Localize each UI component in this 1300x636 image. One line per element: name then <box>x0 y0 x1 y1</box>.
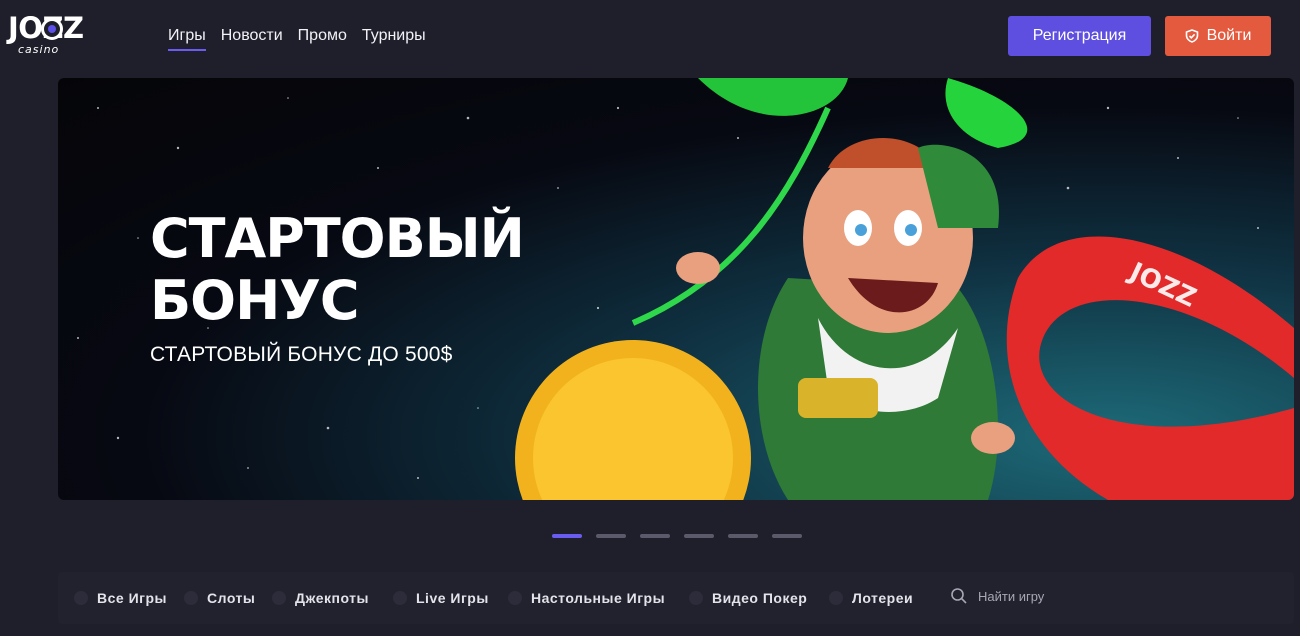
category-label: Настольные Игры <box>531 590 666 606</box>
logo-subtitle: casino <box>18 43 60 56</box>
banner-title-line1: СТАРТОВЫЙ <box>150 207 525 270</box>
header: JOZZ casino Игры Новости Промо Турниры Р… <box>0 0 1300 72</box>
login-button-label: Войти <box>1206 27 1252 44</box>
main-nav: Игры Новости Промо Турниры <box>168 26 426 51</box>
search-icon <box>951 588 967 604</box>
category-label: Все Игры <box>97 590 167 606</box>
search-input[interactable] <box>978 588 1158 604</box>
category-jackpots[interactable]: Джекпоты <box>272 590 369 606</box>
register-button-label: Регистрация <box>1032 27 1127 44</box>
category-video-poker[interactable]: Видео Покер <box>689 590 807 606</box>
all-games-icon <box>74 591 88 605</box>
video-poker-icon <box>689 591 703 605</box>
carousel-dot[interactable] <box>640 534 670 538</box>
category-live-games[interactable]: Live Игры <box>393 590 489 606</box>
category-label: Лотереи <box>852 590 914 606</box>
banner-title-line2: БОНУС <box>150 269 360 332</box>
carousel-dot[interactable] <box>772 534 802 538</box>
category-table-games[interactable]: Настольные Игры <box>508 590 665 606</box>
carousel-dot[interactable] <box>552 534 582 538</box>
live-games-icon <box>393 591 407 605</box>
login-button[interactable]: Войти <box>1165 16 1271 56</box>
register-button[interactable]: Регистрация <box>1008 16 1151 56</box>
game-search <box>950 587 1158 605</box>
table-games-icon <box>508 591 522 605</box>
promo-banner[interactable]: JOZZ СТАРТОВЫЙ БОНУС СТАРТОВЫЙ БОНУС ДО … <box>58 78 1294 500</box>
carousel-dot[interactable] <box>728 534 758 538</box>
banner-title: СТАРТОВЫЙ БОНУС <box>150 208 550 332</box>
carousel-dot[interactable] <box>684 534 714 538</box>
logo[interactable]: JOZZ casino <box>8 12 100 58</box>
lottery-icon <box>829 591 843 605</box>
game-category-bar: Все Игры Слоты Джекпоты Live Игры Настол… <box>58 572 1294 624</box>
category-label: Live Игры <box>416 590 489 606</box>
nav-item-games[interactable]: Игры <box>168 26 206 51</box>
nav-item-promo[interactable]: Промо <box>298 26 347 51</box>
logo-chip-icon <box>41 18 63 40</box>
jackpot-icon <box>272 591 286 605</box>
category-label: Джекпоты <box>295 590 369 606</box>
carousel-dot[interactable] <box>596 534 626 538</box>
nav-item-tournaments[interactable]: Турниры <box>362 26 426 51</box>
category-label: Видео Покер <box>712 590 808 606</box>
category-all-games[interactable]: Все Игры <box>74 590 167 606</box>
slots-icon <box>184 591 198 605</box>
category-label: Слоты <box>207 590 256 606</box>
banner-subtitle: СТАРТОВЫЙ БОНУС ДО 500$ <box>150 343 453 366</box>
shield-icon <box>1185 29 1198 43</box>
nav-item-news[interactable]: Новости <box>221 26 283 51</box>
category-lottery[interactable]: Лотереи <box>829 590 913 606</box>
category-slots[interactable]: Слоты <box>184 590 255 606</box>
carousel-indicators <box>552 534 802 538</box>
